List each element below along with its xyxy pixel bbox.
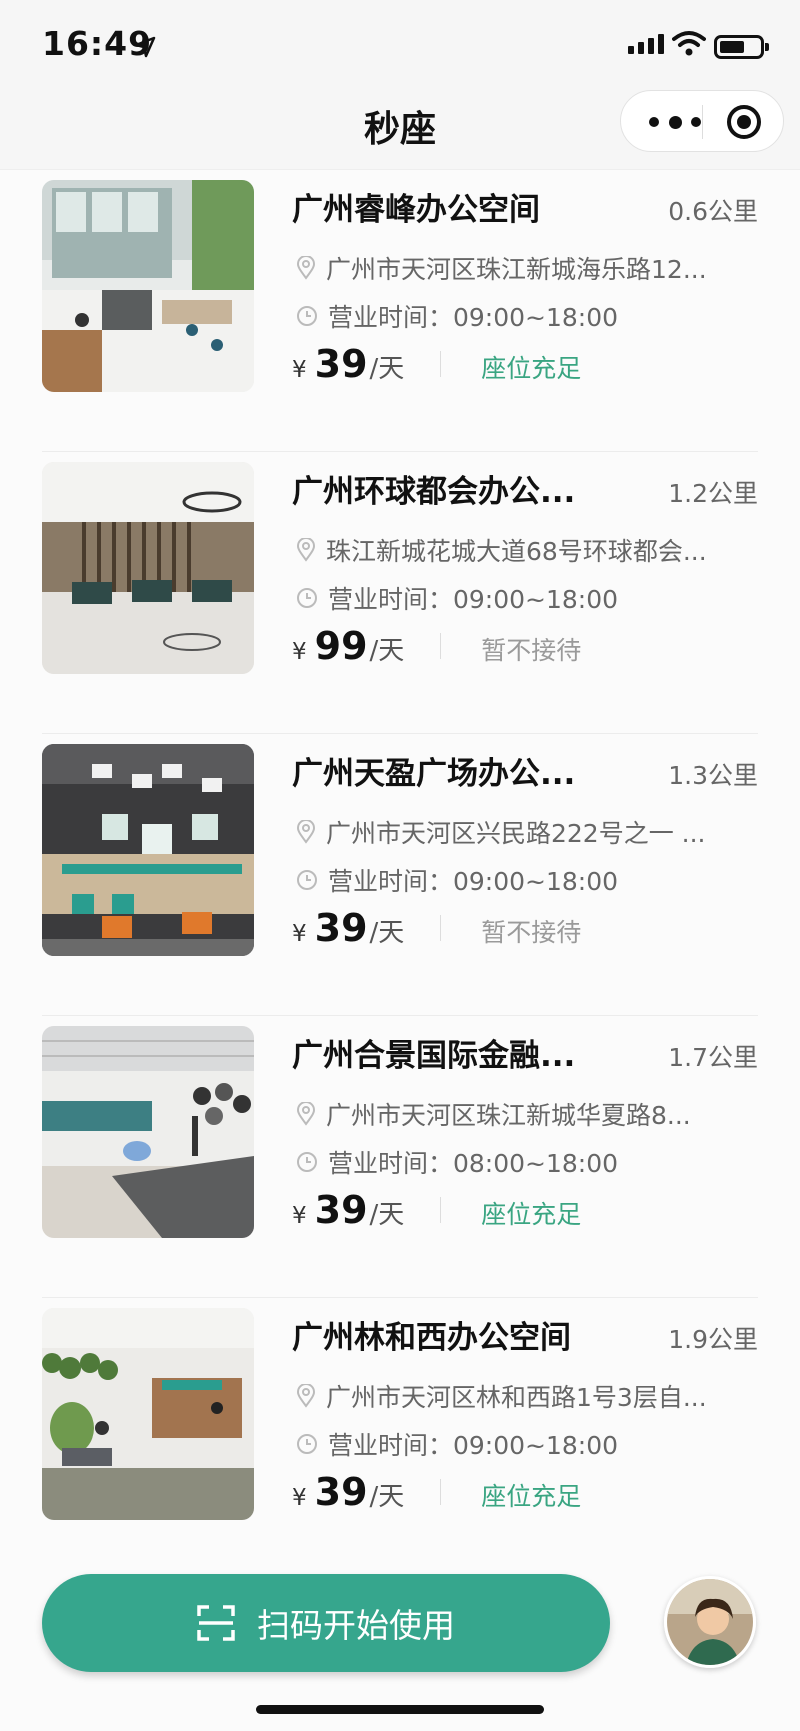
nav-bar: 秒座 bbox=[0, 90, 800, 170]
screen: 16:49 秒座 广州睿峰办公空间 0.6公里 广州市天河区珠江新城海乐路12.… bbox=[0, 0, 800, 1731]
workspace-photo bbox=[42, 1026, 254, 1238]
workspace-photo bbox=[42, 1308, 254, 1520]
workspace-distance: 1.9公里 bbox=[668, 1325, 758, 1354]
workspace-address: 广州市天河区兴民路222号之一 ... bbox=[326, 819, 706, 848]
location-pin-icon bbox=[296, 820, 316, 844]
scan-start-button[interactable]: 扫码开始使用 bbox=[42, 1574, 610, 1672]
workspace-distance: 1.3公里 bbox=[668, 761, 758, 790]
more-menu-button[interactable] bbox=[649, 91, 701, 153]
workspace-address: 广州市天河区珠江新城华夏路8... bbox=[326, 1101, 691, 1130]
workspace-address: 广州市天河区珠江新城海乐路12... bbox=[326, 255, 707, 284]
price-row: ¥ 39 /天 暂不接待 bbox=[292, 906, 581, 950]
workspace-address-row: 广州市天河区珠江新城海乐路12... bbox=[296, 250, 707, 286]
price-divider bbox=[440, 633, 442, 659]
workspace-hours: 营业时间：09:00~18:00 bbox=[328, 867, 619, 896]
price-unit: /天 bbox=[369, 918, 405, 948]
price-value: 39 bbox=[314, 1188, 368, 1232]
workspace-name: 广州睿峰办公空间 bbox=[292, 192, 540, 228]
scan-start-label: 扫码开始使用 bbox=[257, 1606, 455, 1645]
workspace-distance: 1.7公里 bbox=[668, 1043, 758, 1072]
status-bar: 16:49 bbox=[0, 0, 800, 90]
list-item[interactable]: 广州环球都会办公... 1.2公里 珠江新城花城大道68号环球都会... 营业时… bbox=[42, 452, 758, 734]
location-pin-icon bbox=[296, 538, 316, 562]
workspace-list: 广州睿峰办公空间 0.6公里 广州市天河区珠江新城海乐路12... 营业时间：0… bbox=[0, 170, 800, 1580]
price-divider bbox=[440, 915, 442, 941]
currency-symbol: ¥ bbox=[292, 639, 307, 665]
currency-symbol: ¥ bbox=[292, 1203, 307, 1229]
scan-icon bbox=[197, 1605, 235, 1641]
currency-symbol: ¥ bbox=[292, 357, 307, 383]
price-unit: /天 bbox=[369, 636, 405, 666]
workspace-hours-row: 营业时间：09:00~18:00 bbox=[296, 298, 618, 334]
seat-status: 座位充足 bbox=[481, 1200, 582, 1229]
seat-status: 暂不接待 bbox=[481, 636, 582, 665]
price-unit: /天 bbox=[369, 1482, 405, 1512]
workspace-address: 珠江新城花城大道68号环球都会... bbox=[326, 537, 707, 566]
workspace-address-row: 广州市天河区兴民路222号之一 ... bbox=[296, 814, 706, 850]
price-divider bbox=[440, 1479, 442, 1505]
clock-icon bbox=[297, 588, 317, 608]
workspace-hours: 营业时间：09:00~18:00 bbox=[328, 1431, 619, 1460]
list-item[interactable]: 广州天盈广场办公... 1.3公里 广州市天河区兴民路222号之一 ... 营业… bbox=[42, 734, 758, 1016]
workspace-name: 广州环球都会办公... bbox=[292, 474, 576, 510]
clock-icon bbox=[297, 1152, 317, 1172]
seat-status: 座位充足 bbox=[481, 1482, 582, 1511]
workspace-hours: 营业时间：09:00~18:00 bbox=[328, 303, 619, 332]
cellular-signal-icon bbox=[628, 34, 664, 54]
list-item[interactable]: 广州林和西办公空间 1.9公里 广州市天河区林和西路1号3层自... 营业时间：… bbox=[42, 1298, 758, 1580]
price-divider bbox=[440, 351, 442, 377]
workspace-hours-row: 营业时间：08:00~18:00 bbox=[296, 1144, 618, 1180]
clock-icon bbox=[297, 1434, 317, 1454]
workspace-address-row: 广州市天河区珠江新城华夏路8... bbox=[296, 1096, 691, 1132]
close-program-button[interactable] bbox=[727, 105, 761, 139]
currency-symbol: ¥ bbox=[292, 1485, 307, 1511]
list-item[interactable]: 广州睿峰办公空间 0.6公里 广州市天河区珠江新城海乐路12... 营业时间：0… bbox=[42, 170, 758, 452]
clock-icon bbox=[297, 870, 317, 890]
price-row: ¥ 99 /天 暂不接待 bbox=[292, 624, 581, 668]
workspace-address: 广州市天河区林和西路1号3层自... bbox=[326, 1383, 707, 1412]
price-row: ¥ 39 /天 座位充足 bbox=[292, 1188, 581, 1232]
price-value: 39 bbox=[314, 1470, 368, 1514]
location-pin-icon bbox=[296, 256, 316, 280]
list-item[interactable]: 广州合景国际金融... 1.7公里 广州市天河区珠江新城华夏路8... 营业时间… bbox=[42, 1016, 758, 1298]
price-row: ¥ 39 /天 座位充足 bbox=[292, 1470, 581, 1514]
location-arrow-icon bbox=[134, 36, 156, 58]
mini-program-capsule bbox=[620, 90, 784, 152]
workspace-hours-row: 营业时间：09:00~18:00 bbox=[296, 862, 618, 898]
clock-icon bbox=[297, 306, 317, 326]
seat-status: 暂不接待 bbox=[481, 918, 582, 947]
currency-symbol: ¥ bbox=[292, 921, 307, 947]
workspace-photo bbox=[42, 462, 254, 674]
workspace-hours-row: 营业时间：09:00~18:00 bbox=[296, 1426, 618, 1462]
price-value: 39 bbox=[314, 906, 368, 950]
workspace-hours: 营业时间：08:00~18:00 bbox=[328, 1149, 619, 1178]
wifi-icon bbox=[672, 31, 706, 56]
workspace-name: 广州林和西办公空间 bbox=[292, 1320, 571, 1356]
price-unit: /天 bbox=[369, 1200, 405, 1230]
workspace-hours-row: 营业时间：09:00~18:00 bbox=[296, 580, 618, 616]
workspace-name: 广州天盈广场办公... bbox=[292, 756, 576, 792]
home-indicator bbox=[256, 1705, 544, 1714]
workspace-distance: 1.2公里 bbox=[668, 479, 758, 508]
workspace-name: 广州合景国际金融... bbox=[292, 1038, 576, 1074]
battery-icon bbox=[714, 35, 769, 59]
location-pin-icon bbox=[296, 1102, 316, 1126]
workspace-distance: 0.6公里 bbox=[668, 197, 758, 226]
seat-status: 座位充足 bbox=[481, 354, 582, 383]
workspace-hours: 营业时间：09:00~18:00 bbox=[328, 585, 619, 614]
price-divider bbox=[440, 1197, 442, 1223]
price-value: 99 bbox=[314, 624, 368, 668]
price-unit: /天 bbox=[369, 354, 405, 384]
price-row: ¥ 39 /天 座位充足 bbox=[292, 342, 581, 386]
price-value: 39 bbox=[314, 342, 368, 386]
workspace-photo bbox=[42, 744, 254, 956]
workspace-photo bbox=[42, 180, 254, 392]
capsule-divider bbox=[702, 105, 703, 139]
workspace-address-row: 广州市天河区林和西路1号3层自... bbox=[296, 1378, 707, 1414]
workspace-address-row: 珠江新城花城大道68号环球都会... bbox=[296, 532, 707, 568]
user-avatar[interactable] bbox=[664, 1576, 756, 1668]
location-pin-icon bbox=[296, 1384, 316, 1408]
